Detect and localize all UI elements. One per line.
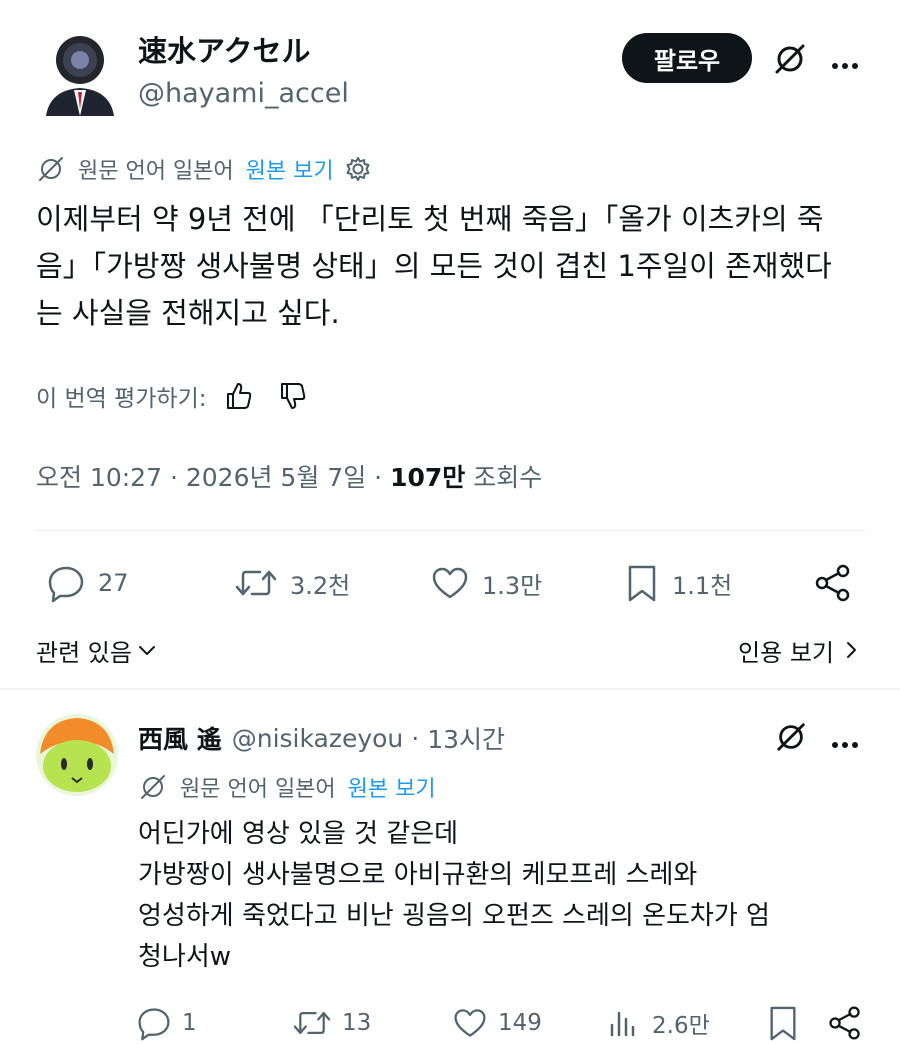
avatar-illustration xyxy=(36,714,118,796)
author-avatar[interactable] xyxy=(40,30,120,116)
reply-body-line: 어딘가에 영상 있을 것 같은데 xyxy=(138,819,459,849)
bookmark-icon xyxy=(628,565,656,602)
like-action[interactable]: 1.3만 xyxy=(430,562,542,604)
rate-translation: 이 번역 평가하기: xyxy=(36,376,309,416)
author-display-name[interactable]: 速水アクセル xyxy=(138,32,311,70)
translation-source-label: 원문 언어 일본어 xyxy=(180,777,336,802)
reply-body-line: 엉성하게 죽었다고 비난 굉음의 오펀즈 스레의 온도차가 엄 xyxy=(138,901,770,931)
tweet-time[interactable]: 오전 10:27 xyxy=(36,463,162,492)
reply-reply-action[interactable]: 1 xyxy=(136,1004,197,1042)
follow-button-label: 팔로우 xyxy=(653,46,721,75)
settings-gear-icon[interactable] xyxy=(344,155,372,183)
view-quotes-label: 인용 보기 xyxy=(738,638,834,667)
thumbs-up-icon[interactable] xyxy=(223,380,255,412)
reply-avatar[interactable] xyxy=(36,714,118,796)
chevron-down-icon xyxy=(138,646,155,655)
reply-header: 西風 遙 @nisikazeyou · 13시간 xyxy=(138,718,505,758)
like-count: 1.3만 xyxy=(482,571,543,600)
follow-button[interactable]: 팔로우 xyxy=(622,33,752,83)
reply-body: 어딘가에 영상 있을 것 같은데 가방짱이 생사불명으로 아비규환의 케모프레 … xyxy=(138,814,878,978)
view-quotes-link[interactable]: 인용 보기 xyxy=(738,630,862,670)
bookmark-action[interactable]: 1.1천 xyxy=(624,562,732,604)
translate-icon xyxy=(39,157,63,181)
reply-icon xyxy=(48,566,84,603)
reply-like-action[interactable]: 149 xyxy=(452,1004,542,1042)
reply-age[interactable]: 13시간 xyxy=(427,720,505,756)
like-icon xyxy=(454,1009,486,1037)
related-dropdown[interactable]: 관련 있음 xyxy=(36,630,158,670)
reply-count: 1 xyxy=(182,1010,197,1036)
view-count-label: 조회수 xyxy=(473,463,543,492)
reply-count: 27 xyxy=(98,569,129,597)
reply-body-line: 청나서w xyxy=(138,942,232,972)
views-count: 2.6만 xyxy=(652,1013,710,1039)
share-icon[interactable] xyxy=(826,1004,864,1042)
rate-translation-label: 이 번역 평가하기: xyxy=(36,386,207,412)
reply-display-name[interactable]: 西風 遙 xyxy=(138,720,222,756)
view-count: 107만 xyxy=(390,463,466,492)
bookmark-icon[interactable] xyxy=(766,1004,800,1042)
show-original-link[interactable]: 원본 보기 xyxy=(246,153,334,185)
share-icon[interactable] xyxy=(812,562,854,604)
show-original-link[interactable]: 원본 보기 xyxy=(348,771,436,803)
like-icon xyxy=(432,567,468,599)
reply-body-line: 가방짱이 생사불명으로 아비규환의 케모프레 스레와 xyxy=(138,860,698,890)
grok-icon[interactable] xyxy=(772,41,808,77)
repost-action[interactable]: 3.2천 xyxy=(234,562,350,604)
reply-views-action[interactable]: 2.6만 xyxy=(606,1004,710,1042)
bookmark-count: 1.1천 xyxy=(672,571,733,600)
tweet-meta: 오전 10:27 · 2026년 5월 7일 · 107만 조회수 xyxy=(36,463,543,492)
translate-icon xyxy=(141,775,165,799)
section-divider xyxy=(0,688,900,690)
thumbs-down-icon[interactable] xyxy=(277,380,309,412)
more-icon[interactable] xyxy=(830,54,860,73)
reply-handle[interactable]: @nisikazeyou xyxy=(232,724,404,753)
chevron-right-icon xyxy=(847,642,856,658)
repost-icon xyxy=(235,570,277,596)
related-label: 관련 있음 xyxy=(36,638,132,667)
author-handle[interactable]: @hayami_accel xyxy=(138,76,349,112)
views-chart-icon xyxy=(610,1011,635,1037)
like-count: 149 xyxy=(498,1010,542,1036)
repost-icon xyxy=(293,1011,331,1035)
tweet-body: 이제부터 약 9년 전에 「단리토 첫 번째 죽음」「올가 이츠카의 죽음」「가… xyxy=(36,202,832,330)
reply-action[interactable]: 27 xyxy=(46,562,129,604)
reply-repost-action[interactable]: 13 xyxy=(292,1004,371,1042)
reply-icon xyxy=(138,1008,170,1041)
divider xyxy=(36,530,866,531)
repost-count: 3.2천 xyxy=(290,571,351,600)
more-icon[interactable] xyxy=(830,733,860,752)
translation-notice: 원문 언어 일본어 원본 보기 xyxy=(36,152,372,186)
tweet-date[interactable]: 2026년 5월 7일 xyxy=(186,463,366,492)
translation-source-label: 원문 언어 일본어 xyxy=(78,159,234,184)
reply-translation-notice: 원문 언어 일본어 원본 보기 xyxy=(138,770,436,804)
avatar-illustration xyxy=(46,36,114,116)
repost-count: 13 xyxy=(342,1010,372,1036)
grok-icon[interactable] xyxy=(774,720,808,754)
